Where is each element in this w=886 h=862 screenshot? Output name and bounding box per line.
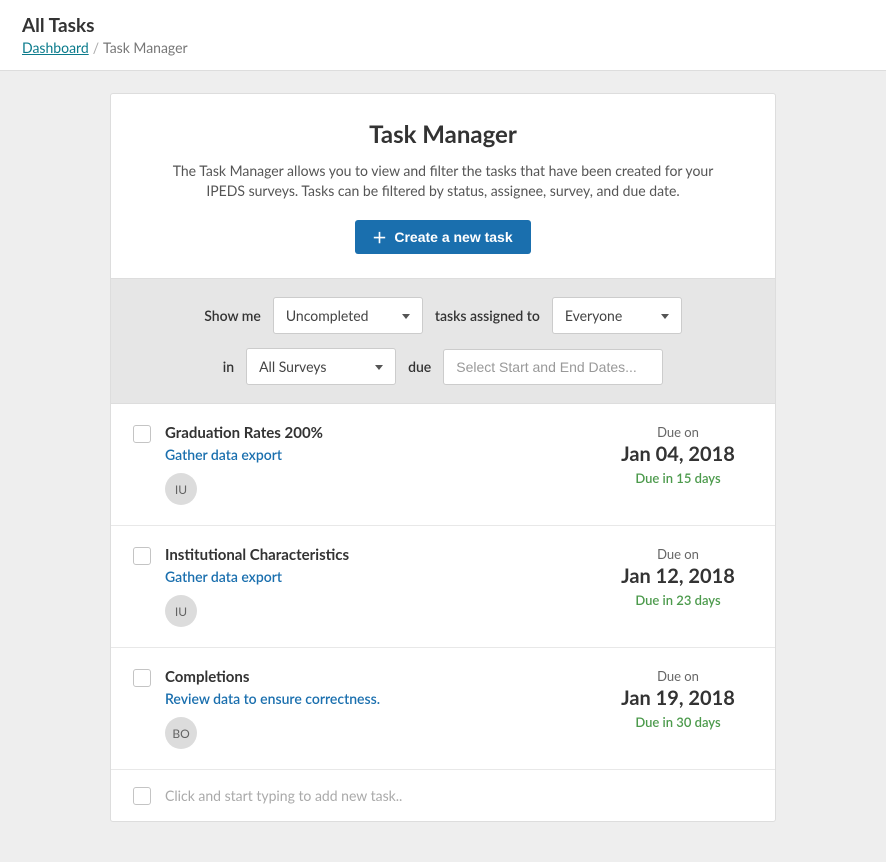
page-title: All Tasks [22,14,864,37]
plus-icon [373,231,386,244]
intro-description: The Task Manager allows you to view and … [161,161,725,200]
page-header: All Tasks Dashboard/Task Manager [0,0,886,71]
task-title-link[interactable]: Gather data export [165,446,603,463]
task-title-link[interactable]: Review data to ensure correctness. [165,690,603,707]
create-task-button-label: Create a new task [394,229,512,245]
breadcrumb-separator: / [93,39,99,56]
task-manager-panel: Task Manager The Task Manager allows you… [110,93,776,822]
breadcrumb-current: Task Manager [103,39,188,56]
breadcrumb-dashboard-link[interactable]: Dashboard [22,39,89,56]
assignee-avatar[interactable]: BO [165,717,197,749]
assignee-dropdown[interactable]: Everyone [552,297,682,334]
filter-row-2: in All Surveys due [161,348,725,385]
due-label: Due on [603,424,753,440]
breadcrumb: Dashboard/Task Manager [22,39,864,56]
assignee-avatar[interactable]: IU [165,473,197,505]
task-list: Graduation Rates 200% Gather data export… [111,404,775,821]
due-remaining: Due in 15 days [603,470,753,486]
due-date: Jan 04, 2018 [603,442,753,466]
filter-label-assigned-to: tasks assigned to [435,307,540,324]
add-task-checkbox[interactable] [133,787,151,805]
filter-row-1: Show me Uncompleted tasks assigned to Ev… [161,297,725,334]
create-task-button[interactable]: Create a new task [355,220,530,254]
task-due: Due on Jan 04, 2018 Due in 15 days [603,424,753,486]
filters-bar: Show me Uncompleted tasks assigned to Ev… [111,278,775,404]
filter-label-in: in [223,358,234,375]
due-date: Jan 12, 2018 [603,564,753,588]
assignee-avatar[interactable]: IU [165,595,197,627]
task-body: Institutional Characteristics Gather dat… [165,546,603,627]
status-dropdown-value: Uncompleted [286,307,369,324]
intro-section: Task Manager The Task Manager allows you… [111,94,775,278]
due-remaining: Due in 30 days [603,714,753,730]
task-checkbox[interactable] [133,669,151,687]
due-remaining: Due in 23 days [603,592,753,608]
survey-dropdown-value: All Surveys [259,358,326,375]
filter-label-show-me: Show me [204,307,261,324]
task-row: Institutional Characteristics Gather dat… [111,526,775,648]
add-task-row[interactable]: Click and start typing to add new task.. [111,770,775,821]
task-body: Completions Review data to ensure correc… [165,668,603,749]
task-checkbox[interactable] [133,547,151,565]
due-label: Due on [603,668,753,684]
task-category: Completions [165,668,603,686]
task-title-link[interactable]: Gather data export [165,568,603,585]
intro-heading: Task Manager [161,120,725,149]
assignee-dropdown-value: Everyone [565,307,622,324]
task-category: Graduation Rates 200% [165,424,603,442]
task-due: Due on Jan 12, 2018 Due in 23 days [603,546,753,608]
main-container: Task Manager The Task Manager allows you… [0,71,886,862]
task-row: Completions Review data to ensure correc… [111,648,775,770]
due-date-input[interactable] [443,349,663,385]
task-checkbox[interactable] [133,425,151,443]
task-row: Graduation Rates 200% Gather data export… [111,404,775,526]
filter-label-due: due [408,358,431,375]
due-date: Jan 19, 2018 [603,686,753,710]
status-dropdown[interactable]: Uncompleted [273,297,423,334]
task-category: Institutional Characteristics [165,546,603,564]
task-due: Due on Jan 19, 2018 Due in 30 days [603,668,753,730]
due-label: Due on [603,546,753,562]
survey-dropdown[interactable]: All Surveys [246,348,396,385]
add-task-placeholder: Click and start typing to add new task.. [165,787,402,804]
task-body: Graduation Rates 200% Gather data export… [165,424,603,505]
